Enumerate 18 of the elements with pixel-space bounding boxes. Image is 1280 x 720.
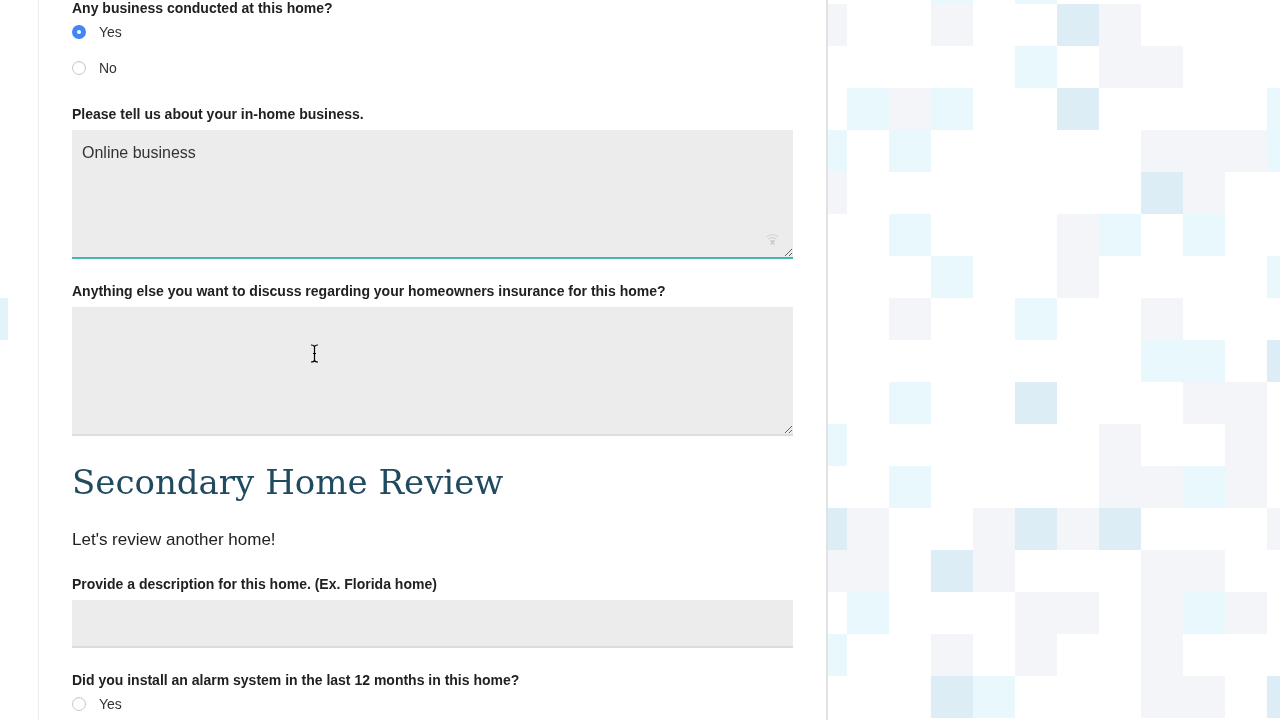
question-label: Please tell us about your in-home business.	[72, 106, 364, 122]
radio-option[interactable]: Yes	[72, 18, 122, 46]
text-input[interactable]	[72, 600, 793, 648]
radio-button[interactable]	[72, 697, 86, 711]
wifi-off-icon	[766, 233, 779, 245]
radio-option[interactable]: Yes	[72, 690, 122, 718]
question-label: Anything else you want to discuss regarding your homeowners insurance for this home?	[72, 283, 666, 299]
section-heading: Secondary Home Review	[72, 461, 504, 504]
text-area[interactable]: Online business	[72, 130, 793, 259]
text-area[interactable]	[72, 307, 793, 436]
question-label: Did you install an alarm system in the last 12 months in this home?	[72, 672, 520, 688]
pattern-tile-drawing	[0, 298, 8, 340]
intro-text: Let's review another home!	[72, 529, 276, 551]
question-label: Any business conducted at this home?	[72, 0, 333, 16]
radio-option[interactable]: No	[72, 54, 117, 82]
question-label: Provide a description for this home. (Ex. Florida home)	[72, 576, 437, 592]
radio-button[interactable]	[72, 61, 86, 75]
radio-button[interactable]	[72, 25, 86, 39]
